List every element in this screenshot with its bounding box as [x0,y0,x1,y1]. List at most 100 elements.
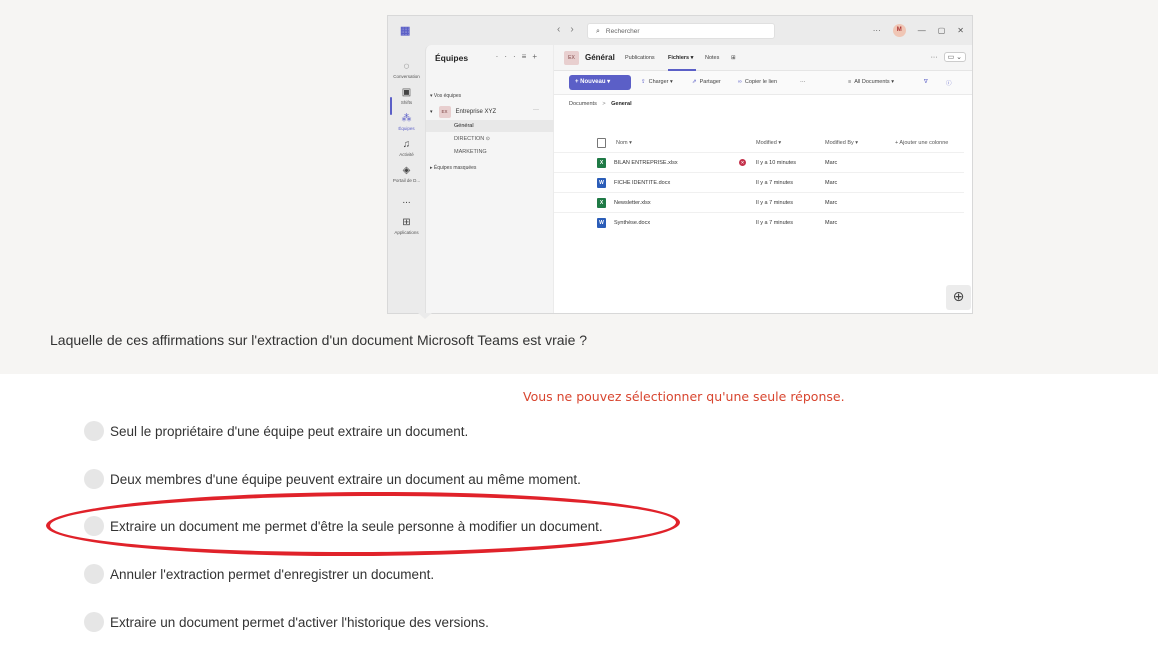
option-1[interactable]: Seul le propriétaire d'une équipe peut e… [84,420,468,442]
teams-titlebar: ▦ ‹› ⌕ Rechercher ··· M — ▢ ✕ [388,16,972,45]
section-my-teams[interactable]: ▾ Vos équipes [430,93,461,99]
option-label: Extraire un document permet d'activer l'… [110,614,489,630]
channel-direction[interactable]: DIRECTION ⊙ [426,133,554,145]
option-label: Annuler l'extraction permet d'enregistre… [110,566,435,582]
teams-logo-icon: ▦ [400,25,411,37]
upload-button[interactable]: ⇪ Charger ▾ [641,79,673,85]
more-icon: ... [402,195,411,206]
file-name[interactable]: BILAN ENTREPRISE.xlsx [614,160,678,166]
rail-item-more[interactable]: ... [388,195,425,208]
rail-item-shifts[interactable]: ▣ Shifts [388,87,425,105]
option-4[interactable]: Annuler l'extraction permet d'enregistre… [84,563,434,585]
rail-item-activity[interactable]: ♫ Activité [388,139,425,157]
file-modified-by: Marc [825,180,838,186]
file-modified: Il y a 7 minutes [756,180,793,186]
search-placeholder: Rechercher [605,28,640,35]
more-icon[interactable]: ··· [873,26,881,35]
zoom-in-icon[interactable]: ⊕ [946,285,971,310]
share-icon: ⇗ [692,79,697,85]
option-3[interactable]: Extraire un document me permet d'être la… [84,515,603,537]
file-row[interactable]: W Synthèse.docx Il y a 7 minutes Marc [554,213,964,233]
option-2[interactable]: Deux membres d'une équipe peuvent extrai… [84,468,581,490]
avatar[interactable]: M [892,24,906,37]
team-item[interactable]: ▾ EX Entreprise XYZ [430,106,496,118]
files-toolbar: + Nouveau ▾ ⇪ Charger ▾ ⇗ Partager ∞ Copier… [554,71,972,95]
channel-main: EX Général Publications Fichiers ▾ Notes… [554,45,972,313]
file-modified-by: Marc [825,200,838,206]
team-badge: EX [438,106,451,118]
breadcrumb-separator: > [602,101,606,107]
file-name[interactable]: FICHE IDENTITE.docx [614,180,670,186]
column-name[interactable]: Nom ▾ [616,140,632,146]
channel-marketing[interactable]: MARKETING [426,146,554,158]
option-label: Deux membres d'une équipe peuvent extrai… [110,471,581,487]
file-row[interactable]: X Newsletter.xlsx Il y a 7 minutes Marc [554,193,964,213]
link-icon: ∞ [738,79,742,85]
rail-item-conversation[interactable]: ◌ Conversation [388,61,425,79]
tab-notes[interactable]: Notes [705,55,719,61]
file-row[interactable]: W FICHE IDENTITE.docx Il y a 7 minutes M… [554,173,964,193]
radio-button[interactable] [84,469,104,489]
list-icon: ≡ [848,79,852,85]
share-button[interactable]: ⇗ Partager [692,79,721,85]
lock-icon: ⊙ [485,136,490,142]
view-selector[interactable]: ≡ All Documents ▾ [848,79,894,85]
radio-button[interactable] [84,612,104,632]
breadcrumb: Documents > General [569,101,632,107]
file-modified-by: Marc [825,160,838,166]
copy-link-button[interactable]: ∞ Copier le lien [738,79,777,85]
info-icon[interactable]: ⓘ [946,79,952,87]
rail-item-apps[interactable]: ⊞ Applications [388,217,425,235]
excel-file-icon: X [597,198,606,208]
minimize-icon[interactable]: — [918,26,926,35]
file-row[interactable]: X BILAN ENTREPRISE.xlsx ✕ Il y a 10 minu… [554,153,964,173]
option-label: Extraire un document me permet d'être la… [110,518,603,534]
filter-icon[interactable]: ∇ [924,79,928,85]
team-name: Entreprise XYZ [455,109,497,115]
file-name[interactable]: Newsletter.xlsx [614,200,651,206]
search-input[interactable]: ⌕ Rechercher [587,23,775,39]
add-tab-icon[interactable]: ⊞ [731,55,736,61]
panel-tools[interactable]: ···≡+ [496,52,543,61]
breadcrumb-current: General [611,101,632,107]
file-type-icon [597,138,606,148]
option-5[interactable]: Extraire un document permet d'activer l'… [84,611,489,633]
teams-screenshot: ▦ ‹› ⌕ Rechercher ··· M — ▢ ✕ ◌ Conversati… [387,15,973,314]
file-modified: Il y a 10 minutes [756,160,797,166]
more-icon[interactable]: ··· [931,54,938,61]
meet-camera-icon[interactable]: ▭ ⌄ [943,52,966,62]
teams-panel: Équipes ···≡+ ▾ Vos équipes ▾ EX Entrepr… [425,45,554,313]
files-header-row: Nom ▾ Modified ▾ Modified By ▾ + Ajouter… [554,133,964,153]
tab-publications[interactable]: Publications [625,55,655,61]
radio-button[interactable] [84,421,104,441]
file-modified-by: Marc [825,220,838,226]
file-name[interactable]: Synthèse.docx [614,220,650,226]
file-modified: Il y a 7 minutes [756,200,793,206]
breadcrumb-documents[interactable]: Documents [569,101,597,107]
close-icon[interactable]: ✕ [957,26,964,35]
rail-item-teams[interactable]: ⁂ Équipes [388,113,425,131]
maximize-icon[interactable]: ▢ [938,26,946,35]
column-modified-by[interactable]: Modified By ▾ [825,140,858,146]
radio-button[interactable] [84,564,104,584]
question-text: Laquelle de ces affirmations sur l'extra… [50,332,588,348]
section-hidden-teams[interactable]: ▸ Équipes masquées [430,165,476,171]
header-actions: ··· ▭ ⌄ [931,52,966,62]
team-more-icon[interactable]: ··· [533,107,539,113]
rail-item-portal[interactable]: ◈ Portail de D... [388,165,425,183]
radio-button[interactable] [84,516,104,536]
tab-files[interactable]: Fichiers ▾ [668,55,693,61]
window-controls: ··· M — ▢ ✕ [873,24,964,37]
nav-arrows-icon: ‹› [557,24,584,35]
channel-general[interactable]: Général [426,120,554,132]
checked-out-icon: ✕ [739,159,746,166]
column-modified[interactable]: Modified ▾ [756,140,781,146]
bell-icon: ♫ [402,139,411,150]
channel-badge: EX [564,51,579,65]
more-actions-button[interactable]: ··· [800,79,806,85]
image-pointer [418,313,432,319]
instruction-text: Vous ne pouvez sélectionner qu'une seule… [523,389,845,404]
new-button[interactable]: + Nouveau ▾ [569,75,631,90]
add-column-button[interactable]: + Ajouter une colonne [895,140,948,146]
upload-icon: ⇪ [641,79,646,85]
